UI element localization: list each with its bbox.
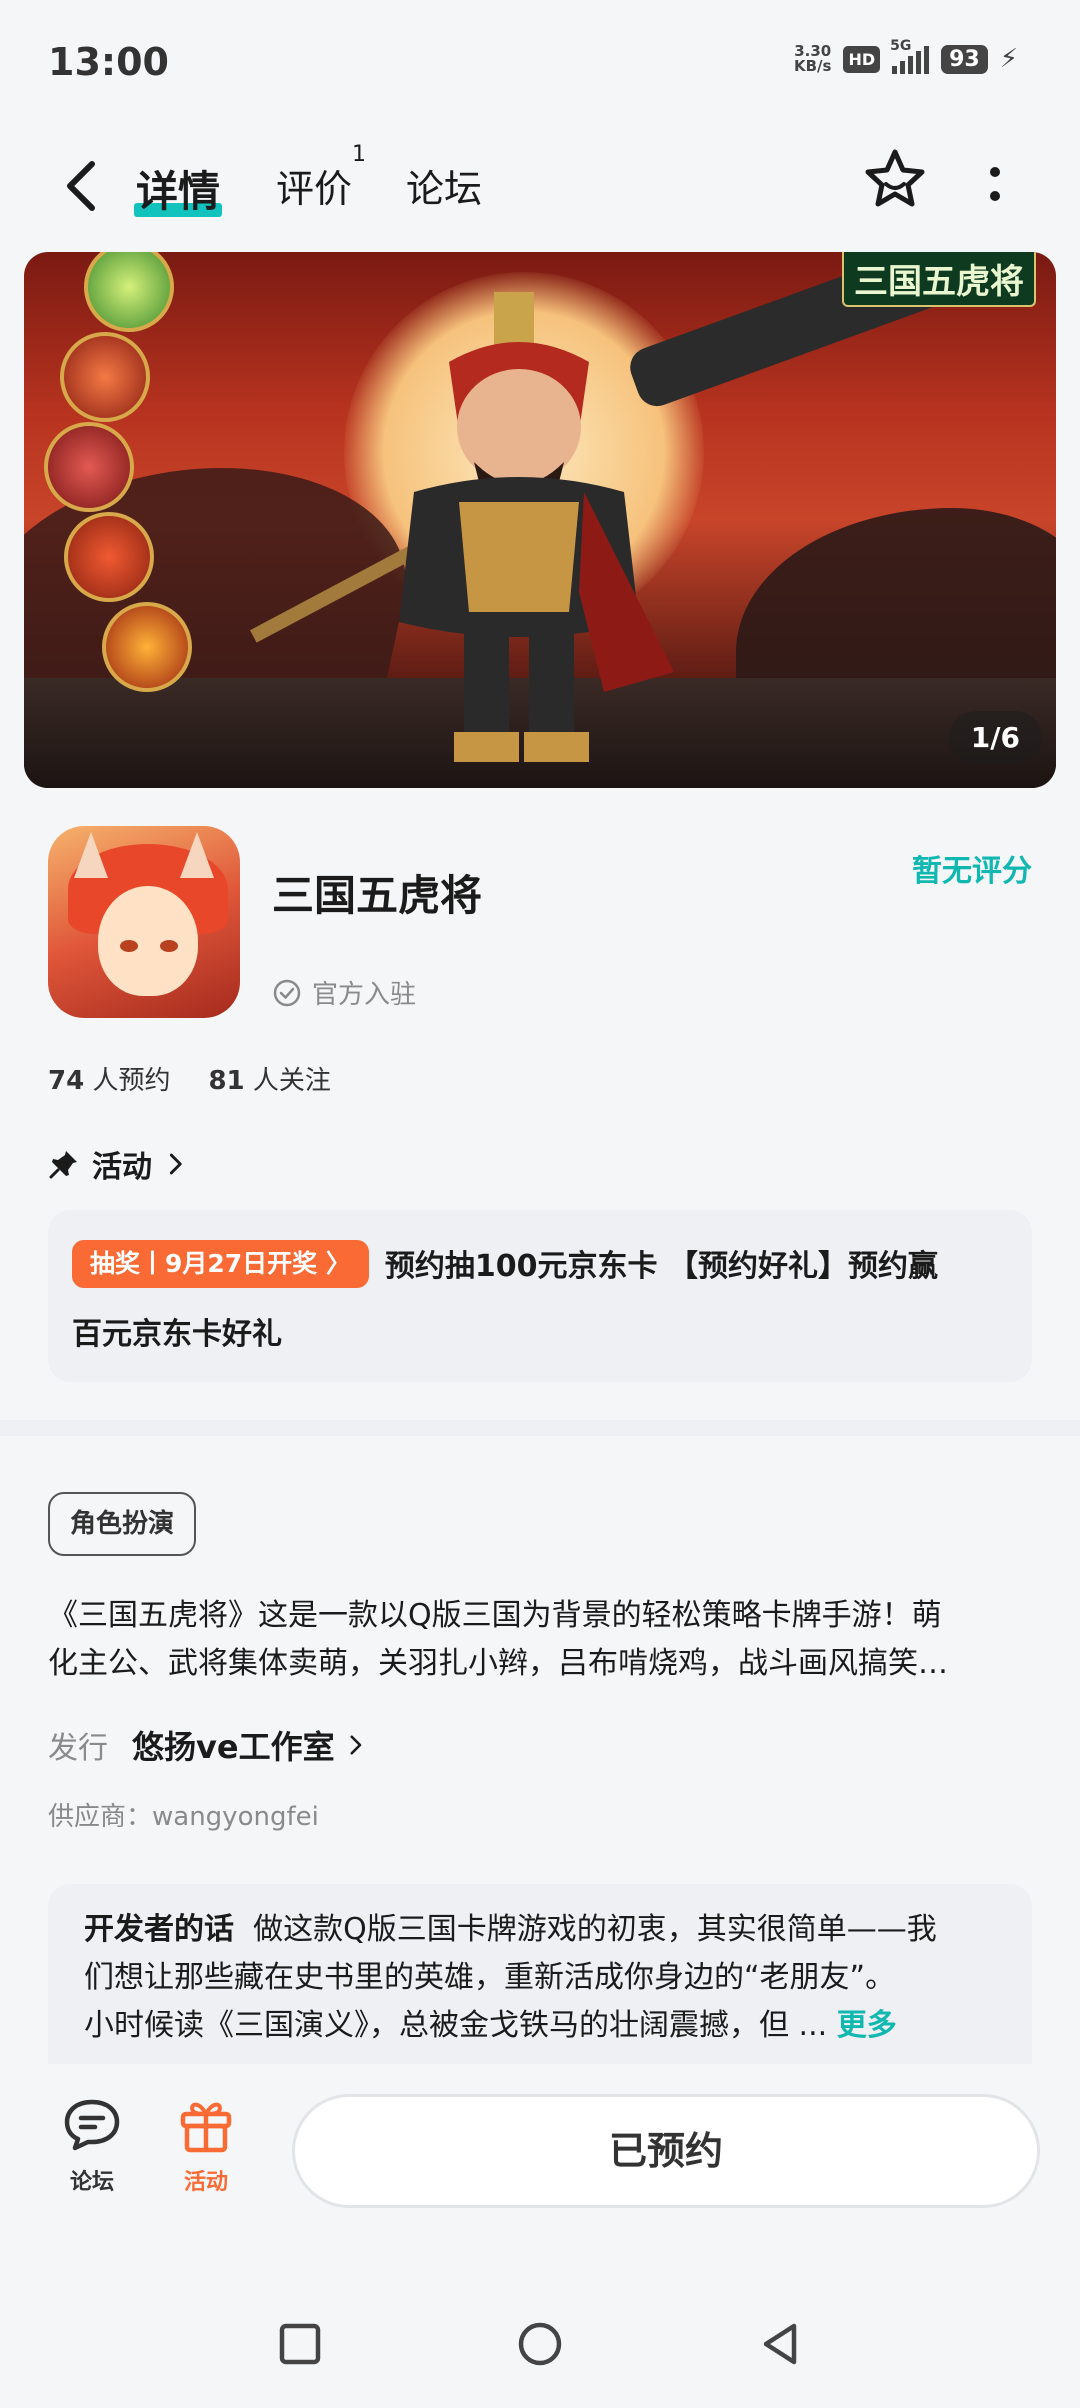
activity-button[interactable]: 活动 bbox=[166, 2094, 246, 2196]
back-nav-icon[interactable] bbox=[756, 2320, 804, 2368]
carousel-pager: 1/6 bbox=[948, 711, 1042, 764]
status-icons: 3.30 KB/s HD 5G 93 ⚡ bbox=[794, 38, 1018, 74]
follow-label: 人关注 bbox=[252, 1066, 331, 1096]
developer-note-line-2: 们想让那些藏在史书里的英雄，重新活成你身边的“老朋友”。 bbox=[84, 1960, 896, 1995]
app-name: 三国五虎将 bbox=[272, 871, 483, 920]
check-circle-icon bbox=[273, 979, 301, 1006]
tab-reviews[interactable]: 评价 1 bbox=[276, 142, 366, 213]
forum-label: 论坛 bbox=[69, 2170, 114, 2195]
hero-character-image bbox=[399, 292, 674, 762]
game-description[interactable]: 《三国五虎将》这是一款以Q版三国为背景的轻松策略卡牌手游！萌 化主公、武将集体卖… bbox=[48, 1592, 1032, 1688]
star-icon[interactable] bbox=[862, 146, 928, 212]
screenshot-carousel[interactable]: 三国五虎将 1/6 bbox=[24, 252, 1056, 788]
developer-note-title: 开发者的话 bbox=[84, 1912, 234, 1947]
tab-details-label: 详情 bbox=[136, 167, 221, 216]
more-link[interactable]: 更多 bbox=[837, 2008, 897, 2043]
chat-bubble-icon bbox=[64, 2099, 120, 2151]
top-nav: 详情 评价 1 论坛 bbox=[0, 124, 1080, 254]
recent-apps-icon[interactable] bbox=[276, 2320, 324, 2368]
lottery-tag: 抽奖丨9月27日开奖 〉 bbox=[72, 1240, 369, 1288]
supplier-label: 供应商：wangyongfei bbox=[48, 1802, 319, 1832]
developer-note-text-1: 做这款Q版三国卡牌游戏的初衷，其实很简单——我 bbox=[253, 1912, 937, 1947]
status-bar: 13:00 3.30 KB/s HD 5G 93 ⚡ bbox=[0, 0, 1080, 124]
section-divider bbox=[0, 1420, 1080, 1436]
gift-icon bbox=[180, 2102, 232, 2153]
home-icon[interactable] bbox=[516, 2320, 564, 2368]
verified-badge: 官方入驻 bbox=[272, 974, 416, 1011]
reserve-label: 人预约 bbox=[92, 1066, 171, 1096]
tab-reviews-count: 1 bbox=[352, 142, 367, 167]
forum-button[interactable]: 论坛 bbox=[52, 2094, 132, 2196]
publisher-row[interactable]: 发行 悠扬ve工作室 bbox=[48, 1722, 369, 1768]
developer-note-text-3: 小时候读《三国演义》，总被金戈铁马的壮阔震撼，但 ... bbox=[84, 2008, 828, 2043]
activity-title: 活动 bbox=[92, 1150, 152, 1185]
activity-label: 活动 bbox=[183, 2170, 228, 2195]
verified-label: 官方入驻 bbox=[312, 980, 417, 1010]
activity-card[interactable]: 抽奖丨9月27日开奖 〉预约抽100元京东卡 【预约好礼】预约赢 百元京东卡好礼 bbox=[48, 1210, 1032, 1382]
follow-stat: 81 人关注 bbox=[208, 1060, 330, 1097]
signal-icon: 5G bbox=[890, 38, 930, 74]
chevron-right-icon bbox=[350, 1735, 361, 1755]
description-line-1: 《三国五虎将》这是一款以Q版三国为背景的轻松策略卡牌手游！萌 bbox=[48, 1598, 942, 1633]
description-line-2: 化主公、武将集体卖萌，关羽扎小辫，吕布啃烧鸡，战斗画风搞笑… bbox=[48, 1646, 948, 1681]
genre-tag[interactable]: 角色扮演 bbox=[48, 1492, 197, 1556]
battery-icon: 93 bbox=[941, 44, 988, 74]
hd-icon: HD bbox=[843, 45, 881, 73]
charging-icon: ⚡ bbox=[999, 44, 1018, 74]
app-icon bbox=[48, 826, 240, 1018]
publisher-label: 发行 bbox=[48, 1731, 108, 1766]
activity-text-2: 百元京东卡好礼 bbox=[72, 1317, 282, 1352]
back-icon[interactable] bbox=[62, 156, 102, 216]
tab-forum[interactable]: 论坛 bbox=[406, 158, 482, 213]
stats-row: 74 人预约 81 人关注 bbox=[48, 1060, 331, 1097]
rating-label[interactable]: 暂无评分 bbox=[912, 846, 1032, 890]
follow-count: 81 bbox=[208, 1066, 245, 1096]
net-speed: 3.30 KB/s bbox=[794, 44, 831, 74]
activity-header[interactable]: 活动 bbox=[48, 1142, 190, 1186]
banner-game-logo: 三国五虎将 bbox=[842, 252, 1036, 307]
net-speed-unit: KB/s bbox=[793, 57, 832, 75]
reserved-button[interactable]: 已预约 bbox=[292, 2094, 1040, 2208]
developer-note-card[interactable]: 开发者的话 做这款Q版三国卡牌游戏的初衷，其实很简单——我 们想让那些藏在史书里… bbox=[48, 1884, 1032, 2074]
developer-note-line-3: 小时候读《三国演义》，总被金戈铁马的壮阔震撼，但 ... 更多 bbox=[84, 2002, 996, 2050]
chevron-right-icon bbox=[169, 1153, 182, 1175]
publisher-name: 悠扬ve工作室 bbox=[132, 1728, 335, 1766]
pin-icon bbox=[49, 1151, 77, 1179]
reserve-count: 74 bbox=[48, 1066, 85, 1096]
status-time: 13:00 bbox=[48, 40, 169, 84]
reserve-stat: 74 人预约 bbox=[48, 1060, 170, 1097]
tab-forum-label: 论坛 bbox=[406, 167, 483, 211]
system-nav-bar bbox=[0, 2290, 1080, 2408]
activity-text-1: 预约抽100元京东卡 【预约好礼】预约赢 bbox=[384, 1249, 938, 1284]
activity-line-1: 抽奖丨9月27日开奖 〉预约抽100元京东卡 【预约好礼】预约赢 bbox=[72, 1236, 938, 1298]
developer-note-line-1: 开发者的话 做这款Q版三国卡牌游戏的初衷，其实很简单——我 bbox=[84, 1906, 996, 1954]
tab-details[interactable]: 详情 bbox=[134, 158, 223, 219]
network-type: 5G bbox=[890, 38, 912, 54]
bottom-action-bar: 论坛 活动 已预约 bbox=[0, 2064, 1080, 2254]
tab-reviews-label: 评价 bbox=[276, 167, 353, 211]
more-icon[interactable] bbox=[980, 160, 1010, 210]
